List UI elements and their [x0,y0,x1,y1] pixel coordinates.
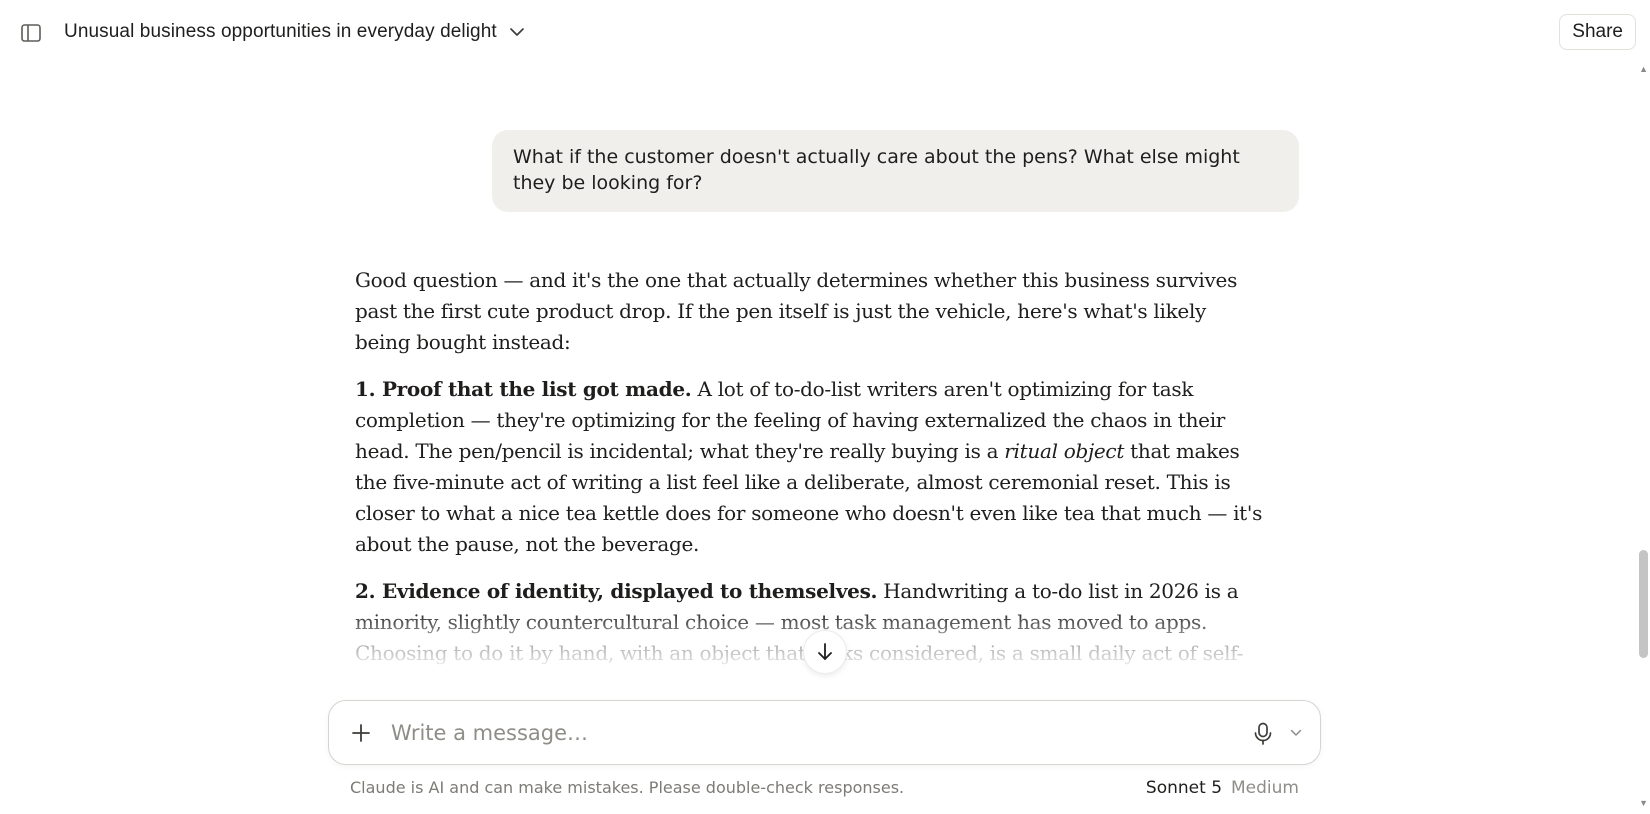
scrollbar-thumb[interactable] [1639,550,1648,658]
point-1-heading: 1. Proof that the list got made. [355,377,692,401]
conversation-title: Unusual business opportunities in everyd… [64,21,497,42]
scroll-up-arrow-icon[interactable]: ▲ [1639,64,1648,74]
plus-icon [352,724,370,742]
chevron-down-icon [509,28,524,36]
scroll-to-bottom-button[interactable] [803,630,847,674]
add-attachment-button[interactable] [347,719,375,747]
voice-input-button[interactable] [1250,720,1276,748]
sidebar-toggle-icon [21,24,41,42]
sidebar-toggle-button[interactable] [18,20,44,46]
scrollbar[interactable]: ▲ ▼ [1636,64,1650,814]
message-composer [328,700,1321,765]
top-bar: Unusual business opportunities in everyd… [0,0,1650,64]
microphone-icon [1254,722,1272,745]
message-input[interactable] [391,715,1231,751]
assistant-response: Good question — and it's the one that ac… [355,265,1265,747]
arrow-down-icon [818,643,832,660]
conversation-title-menu[interactable]: Unusual business opportunities in everyd… [64,17,525,47]
scroll-down-arrow-icon[interactable]: ▼ [1639,798,1648,808]
point-1-emphasis: ritual object [1004,439,1125,463]
model-selector[interactable]: Sonnet 5 Medium [1146,778,1299,798]
share-button[interactable]: Share [1559,14,1636,50]
point-2-heading: 2. Evidence of identity, displayed to th… [355,579,878,603]
chevron-down-icon [1290,729,1302,736]
response-point-1: 1. Proof that the list got made. A lot o… [355,374,1265,560]
voice-options-dropdown[interactable] [1288,723,1304,743]
model-name: Sonnet 5 [1145,778,1223,798]
response-intro: Good question — and it's the one that ac… [355,268,1238,354]
ai-disclaimer: Claude is AI and can make mistakes. Plea… [350,778,905,797]
model-effort: Medium [1231,778,1299,798]
user-message: What if the customer doesn't actually ca… [492,130,1299,212]
